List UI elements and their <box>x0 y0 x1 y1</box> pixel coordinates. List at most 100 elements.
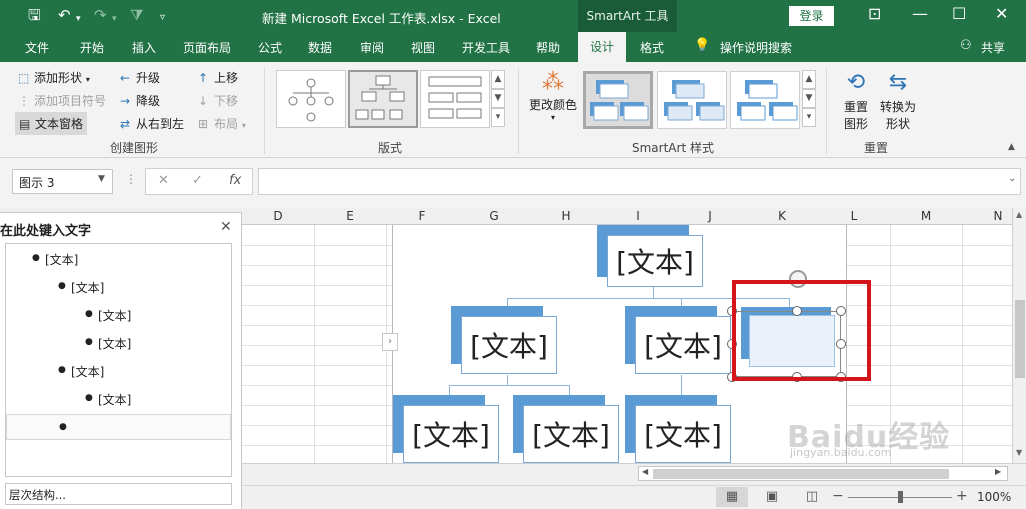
smartart-node-text[interactable]: [文本] <box>403 405 499 463</box>
ribbon-display-options-icon[interactable]: ⊡ <box>868 4 881 23</box>
close-icon[interactable]: ✕ <box>220 219 232 235</box>
layout-option-2-selected[interactable] <box>348 70 418 128</box>
tab-file[interactable]: 文件 <box>25 39 49 56</box>
list-item[interactable]: ● [文本] <box>6 246 231 272</box>
collapse-ribbon-icon[interactable]: ▲ <box>1008 142 1015 152</box>
scrollbar-thumb[interactable] <box>653 469 949 479</box>
tab-format[interactable]: 格式 <box>640 39 664 56</box>
add-bullet-button[interactable]: ⋮ 添加项目符号 <box>18 92 106 109</box>
list-item-active[interactable]: ● <box>6 414 231 440</box>
layouts-scroll-down[interactable]: ▼ <box>491 89 505 108</box>
list-item[interactable]: ● [文本] <box>6 274 231 300</box>
tab-design[interactable]: 设计 <box>578 32 626 62</box>
share-button[interactable]: 共享 <box>981 39 1005 56</box>
smartart-style-2[interactable] <box>657 71 727 129</box>
right-to-left-button[interactable]: ⇄ 从右到左 <box>120 115 184 132</box>
add-shape-button[interactable]: ⬚ 添加形状 ▾ <box>18 69 90 86</box>
tab-insert[interactable]: 插入 <box>132 39 156 56</box>
vertical-scrollbar[interactable]: ▲ ▼ <box>1012 208 1026 463</box>
zoom-out-icon[interactable]: − <box>832 488 844 504</box>
minimize-icon[interactable]: — <box>912 4 928 23</box>
page-layout-view-icon[interactable]: ▣ <box>756 487 788 507</box>
text-pane-button[interactable]: ▤ 文本窗格 <box>15 112 88 135</box>
maximize-icon[interactable]: ☐ <box>952 4 966 23</box>
scroll-left-icon[interactable]: ◀ <box>642 467 648 476</box>
page-break-view-icon[interactable]: ◫ <box>796 487 828 507</box>
save-icon[interactable]: 🖫 <box>28 6 41 24</box>
styles-scroll-up[interactable]: ▲ <box>802 70 816 89</box>
redo-icon[interactable]: ↷ <box>94 6 107 24</box>
move-up-button[interactable]: ↑ 上移 <box>198 69 238 86</box>
column-header-f[interactable]: F <box>386 209 458 223</box>
column-header-j[interactable]: J <box>674 209 746 223</box>
styles-scroll-down[interactable]: ▼ <box>802 89 816 108</box>
column-header-l[interactable]: L <box>818 209 890 223</box>
filter-icon[interactable]: ⧩ <box>130 6 143 24</box>
hierarchy-link[interactable]: 层次结构... <box>5 483 232 505</box>
insert-function-icon[interactable]: fx <box>229 173 241 188</box>
tab-view[interactable]: 视图 <box>411 39 435 56</box>
undo-dropdown-icon[interactable]: ▾ <box>76 10 81 28</box>
customize-quick-access-icon[interactable]: ▿ <box>160 9 165 27</box>
smartart-node-text[interactable]: [文本] <box>635 405 731 463</box>
smartart-style-1-selected[interactable] <box>583 71 653 129</box>
login-button[interactable]: 登录 <box>789 6 834 26</box>
layouts-more[interactable]: ▾ <box>491 108 505 127</box>
layout-option-3[interactable] <box>420 70 490 128</box>
enter-check-icon[interactable]: ✓ <box>192 173 203 188</box>
column-header-g[interactable]: G <box>458 209 530 223</box>
text-pane-toggle-icon[interactable]: › <box>382 333 398 351</box>
tab-help[interactable]: 帮助 <box>536 39 560 56</box>
tab-data[interactable]: 数据 <box>308 39 332 56</box>
zoom-level[interactable]: 100% <box>977 490 1011 504</box>
zoom-slider-thumb[interactable] <box>898 491 903 503</box>
scroll-right-icon[interactable]: ▶ <box>995 467 1001 476</box>
tab-home[interactable]: 开始 <box>80 39 104 56</box>
column-header-k[interactable]: K <box>746 209 818 223</box>
layout-option-1[interactable] <box>276 70 346 128</box>
redo-dropdown-icon[interactable]: ▾ <box>112 10 117 28</box>
convert-to-shapes-button[interactable]: ⇆ 转换为 形状 <box>878 68 918 132</box>
reset-graphic-button[interactable]: ⟲ 重置 图形 <box>838 68 874 132</box>
column-header-h[interactable]: H <box>530 209 602 223</box>
tab-formulas[interactable]: 公式 <box>258 39 282 56</box>
move-down-button[interactable]: ↓ 下移 <box>198 92 238 109</box>
demote-button[interactable]: → 降级 <box>120 92 160 109</box>
close-icon[interactable]: ✕ <box>995 4 1008 23</box>
tab-developer[interactable]: 开发工具 <box>462 39 510 56</box>
horizontal-scrollbar[interactable] <box>638 466 1008 481</box>
cancel-icon[interactable]: ✕ <box>158 173 169 188</box>
layouts-scroll-up[interactable]: ▲ <box>491 70 505 89</box>
styles-more[interactable]: ▾ <box>802 108 816 127</box>
smartart-graphic[interactable]: [文本] [文本] [文本] [文本] [文本] [文本] <box>392 225 871 463</box>
text-pane-list[interactable]: ● [文本] ● [文本] ● [文本] ● [文本] ● [文本] ● [文本] ● <box>5 243 232 477</box>
column-header-i[interactable]: I <box>602 209 674 223</box>
column-header-e[interactable]: E <box>314 209 386 223</box>
undo-icon[interactable]: ↶ <box>58 6 71 24</box>
smartart-node-text[interactable]: [文本] <box>461 316 557 374</box>
tab-page-layout[interactable]: 页面布局 <box>183 39 231 56</box>
smartart-node-text[interactable]: [文本] <box>635 316 731 374</box>
tell-me-search[interactable]: 操作说明搜索 <box>720 39 792 56</box>
column-header-m[interactable]: M <box>890 209 962 223</box>
name-box-dropdown-icon[interactable]: ▼ <box>98 174 105 184</box>
list-item[interactable]: ● [文本] <box>6 386 231 412</box>
list-item[interactable]: ● [文本] <box>6 358 231 384</box>
list-item[interactable]: ● [文本] <box>6 302 231 328</box>
list-item[interactable]: ● [文本] <box>6 330 231 356</box>
normal-view-icon[interactable]: ▦ <box>716 487 748 507</box>
promote-button[interactable]: ← 升级 <box>120 69 160 86</box>
zoom-in-icon[interactable]: + <box>956 488 968 504</box>
change-colors-button[interactable]: ⁂ 更改颜色 ▾ <box>528 70 578 122</box>
column-header-d[interactable]: D <box>242 209 314 223</box>
smartart-node-text[interactable]: [文本] <box>523 405 619 463</box>
scroll-up-icon[interactable]: ▲ <box>1016 210 1022 219</box>
formula-input[interactable] <box>258 168 1021 195</box>
scrollbar-thumb[interactable] <box>1015 300 1025 378</box>
tab-review[interactable]: 审阅 <box>360 39 384 56</box>
smartart-node-text[interactable]: [文本] <box>607 235 703 287</box>
expand-formula-bar-icon[interactable]: ⌄ <box>1008 173 1016 184</box>
smartart-style-3[interactable] <box>730 71 800 129</box>
layout-button[interactable]: ⊞ 布局 ▾ <box>198 115 246 132</box>
scroll-down-icon[interactable]: ▼ <box>1016 448 1022 457</box>
